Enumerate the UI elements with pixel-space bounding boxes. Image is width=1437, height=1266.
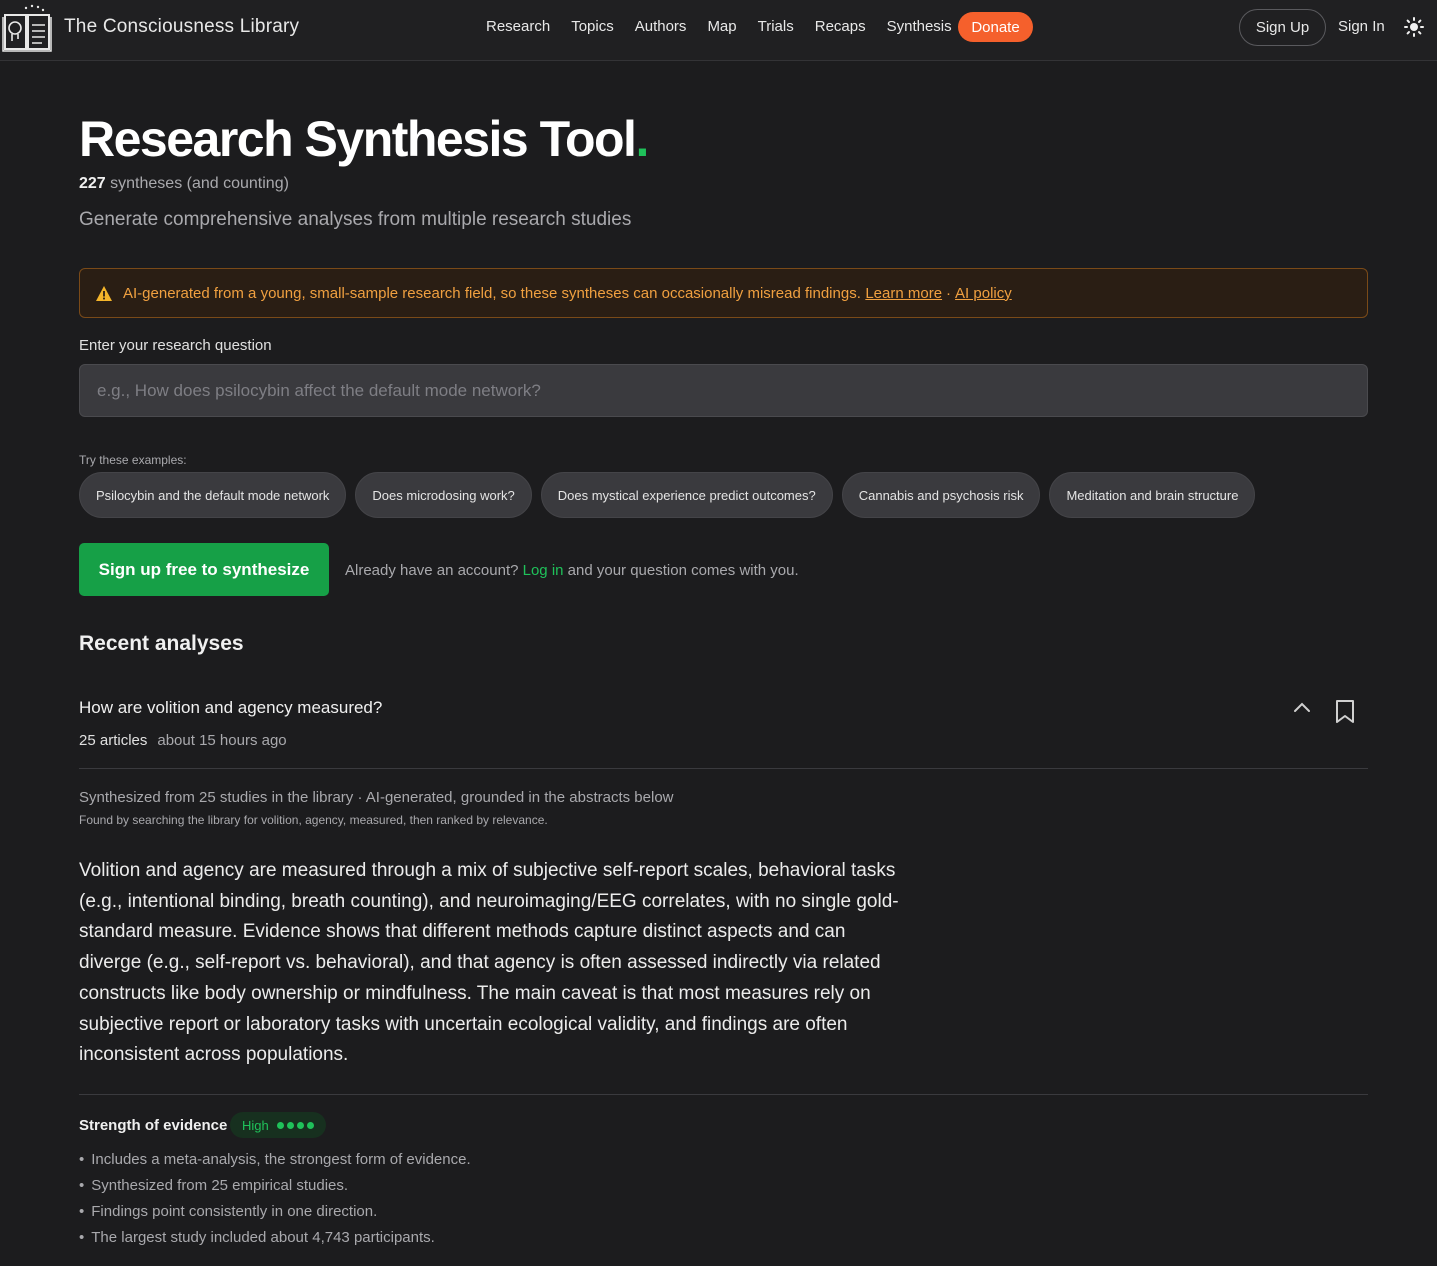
warning-separator: ·: [946, 284, 952, 302]
login-prompt-suffix: and your question comes with you.: [567, 562, 799, 579]
nav-recaps[interactable]: Recaps: [815, 18, 866, 36]
strength-dots: [276, 1121, 314, 1129]
synthesis-source: Synthesized from 25 studies in the libra…: [79, 789, 674, 806]
book-head-icon[interactable]: [2, 3, 52, 53]
strength-dot: [306, 1121, 314, 1129]
question-label: Enter your research question: [79, 337, 272, 354]
evidence-bullet: The largest study included about 4,743 p…: [79, 1225, 471, 1251]
example-chip[interactable]: Does microdosing work?: [355, 472, 532, 518]
example-chip[interactable]: Meditation and brain structure: [1049, 472, 1256, 518]
bookmark-icon[interactable]: [1334, 699, 1356, 724]
analysis-time: about 15 hours ago: [157, 732, 287, 749]
page-subtitle: Generate comprehensive analyses from mul…: [79, 209, 632, 230]
log-in-link[interactable]: Log in: [523, 562, 564, 579]
evidence-bullets: Includes a meta-analysis, the strongest …: [79, 1147, 471, 1251]
top-navigation-bar: The Consciousness Library Research Topic…: [0, 0, 1437, 61]
synthesis-count-number: 227: [79, 175, 106, 192]
donate-button[interactable]: Donate: [958, 12, 1033, 42]
warning-icon: [96, 285, 112, 301]
search-method: Found by searching the library for volit…: [79, 813, 548, 827]
chevron-up-icon[interactable]: [1293, 700, 1311, 714]
nav-trials[interactable]: Trials: [758, 18, 794, 36]
nav-authors[interactable]: Authors: [635, 18, 687, 36]
analysis-question[interactable]: How are volition and agency measured?: [79, 698, 382, 718]
examples-label: Try these examples:: [79, 453, 187, 467]
synthesis-count-suffix: syntheses (and counting): [105, 175, 289, 192]
example-chips: Psilocybin and the default mode network …: [79, 472, 1264, 518]
article-count: 25 articles: [79, 732, 148, 749]
synthesis-count: 227 syntheses (and counting): [79, 175, 289, 193]
evidence-bullet: Findings point consistently in one direc…: [79, 1199, 471, 1225]
strength-value: High: [242, 1117, 269, 1133]
synthesis-summary: Volition and agency are measured through…: [79, 860, 899, 1066]
login-prompt-prefix: Already have an account?: [345, 562, 519, 579]
sign-up-synthesize-button[interactable]: Sign up free to synthesize: [79, 543, 329, 596]
nav-topics[interactable]: Topics: [571, 18, 614, 36]
strength-dot: [276, 1121, 284, 1129]
page-title-dot: .: [635, 111, 649, 167]
ai-policy-link[interactable]: AI policy: [955, 285, 1012, 302]
login-prompt: Already have an account? Log in and your…: [345, 562, 799, 579]
example-chip[interactable]: Cannabis and psychosis risk: [841, 472, 1041, 518]
recent-analyses-heading: Recent analyses: [79, 632, 244, 655]
ai-warning-banner: AI-generated from a young, small-sample …: [79, 268, 1368, 318]
example-chip[interactable]: Does mystical experience predict outcome…: [540, 472, 833, 518]
evidence-bullet: Includes a meta-analysis, the strongest …: [79, 1147, 470, 1173]
example-chip[interactable]: Psilocybin and the default mode network: [79, 472, 347, 518]
sign-in-link[interactable]: Sign In: [1338, 18, 1385, 35]
brand-name[interactable]: The Consciousness Library: [64, 16, 299, 38]
evidence-bullet: Synthesized from 25 empirical studies.: [79, 1173, 471, 1199]
divider: [79, 768, 1368, 769]
main-nav: Research Topics Authors Map Trials Recap…: [486, 18, 973, 36]
learn-more-link[interactable]: Learn more: [865, 285, 942, 302]
strength-dot: [296, 1121, 304, 1129]
sun-icon[interactable]: [1404, 17, 1424, 37]
page-title: Research Synthesis Tool.: [79, 110, 649, 168]
divider: [79, 1094, 1368, 1095]
warning-text: AI-generated from a young, small-sample …: [123, 284, 861, 302]
nav-map[interactable]: Map: [707, 18, 736, 36]
page-title-text: Research Synthesis Tool: [79, 111, 637, 167]
sign-up-button[interactable]: Sign Up: [1239, 9, 1326, 46]
strength-of-evidence-label: Strength of evidence: [79, 1117, 228, 1134]
nav-research[interactable]: Research: [486, 18, 550, 36]
strength-dot: [286, 1121, 294, 1129]
research-question-input[interactable]: [79, 364, 1368, 417]
strength-badge: High: [230, 1112, 326, 1138]
nav-synthesis[interactable]: Synthesis: [887, 18, 952, 36]
analysis-meta: 25 articles about 15 hours ago: [79, 732, 287, 749]
